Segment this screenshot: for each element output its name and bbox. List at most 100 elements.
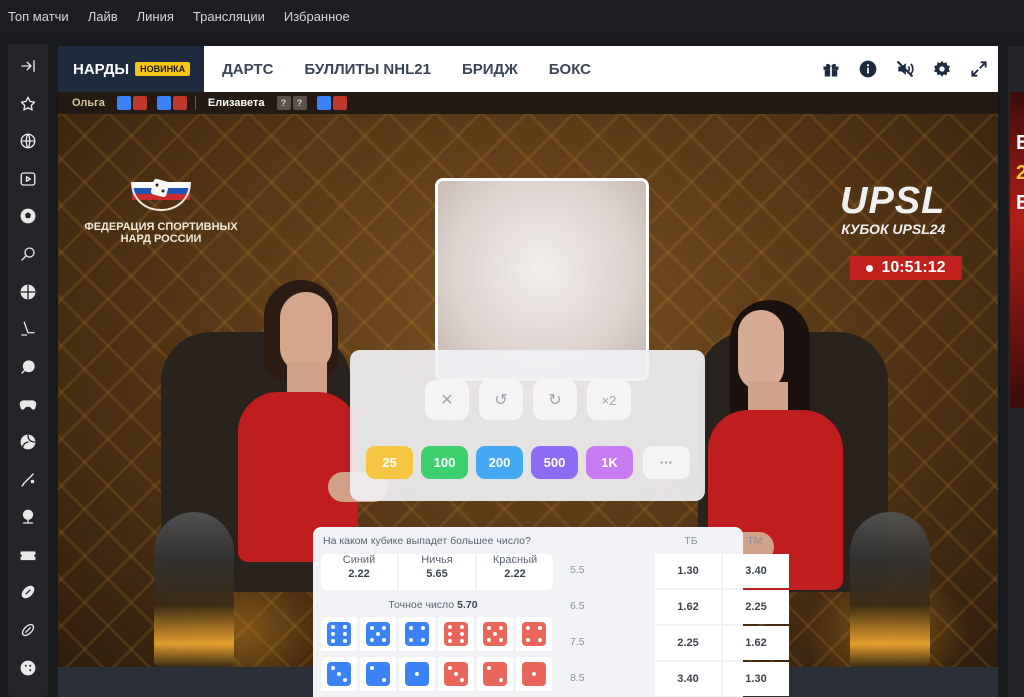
clear-bets-button[interactable]: ✕ bbox=[425, 380, 469, 420]
die-pip bbox=[460, 625, 464, 629]
soccer-ball-icon[interactable] bbox=[16, 204, 40, 228]
mute-icon[interactable] bbox=[894, 58, 916, 80]
exact-number-die[interactable] bbox=[477, 617, 513, 651]
chip-100[interactable]: 100 bbox=[421, 446, 468, 479]
odds-draw[interactable]: Ничья 5.65 bbox=[399, 554, 475, 590]
die-pip bbox=[499, 626, 503, 630]
chip-25[interactable]: 25 bbox=[366, 446, 413, 479]
basketball-icon[interactable] bbox=[16, 280, 40, 304]
nav-line[interactable]: Линия bbox=[137, 9, 174, 24]
chip-200[interactable]: 200 bbox=[476, 446, 523, 479]
double-bet-button[interactable]: ×2 bbox=[587, 380, 631, 420]
total-line-value: 7.5 bbox=[570, 636, 585, 648]
die-pip bbox=[460, 639, 464, 643]
odds-red[interactable]: Красный 2.22 bbox=[477, 554, 553, 590]
undo-button[interactable]: ↺ bbox=[479, 380, 523, 420]
die-pip bbox=[532, 672, 536, 676]
blue-die-2-icon bbox=[366, 662, 390, 686]
collapse-arrow-icon[interactable] bbox=[16, 54, 40, 78]
blue-die-4-icon bbox=[405, 622, 429, 646]
total-under-odds[interactable]: 1.30 bbox=[723, 662, 789, 696]
red-die-3-icon bbox=[444, 662, 468, 686]
upsl-brand: UPSL bbox=[840, 180, 946, 222]
tab-boxing[interactable]: БОКС bbox=[549, 61, 591, 78]
hockey-stick-icon[interactable] bbox=[16, 317, 40, 341]
nav-broadcasts[interactable]: Трансляции bbox=[193, 9, 265, 24]
blue-die-icon bbox=[156, 96, 171, 110]
exact-number-die[interactable] bbox=[360, 617, 396, 651]
total-over-odds[interactable]: 1.30 bbox=[655, 554, 721, 588]
exact-number-die[interactable] bbox=[438, 617, 474, 651]
red-die-2-icon bbox=[483, 662, 507, 686]
outcome-value: 2.22 bbox=[504, 568, 526, 580]
chip-500[interactable]: 500 bbox=[531, 446, 578, 479]
ticket-icon[interactable] bbox=[16, 543, 40, 567]
golf-icon[interactable] bbox=[16, 505, 40, 529]
gift-icon[interactable] bbox=[820, 58, 842, 80]
chip-1k[interactable]: 1K bbox=[586, 446, 633, 479]
exact-number-die[interactable] bbox=[477, 657, 513, 691]
clock-time: 10:51:12 bbox=[881, 259, 946, 276]
nav-live[interactable]: Лайв bbox=[88, 9, 118, 24]
top-nav: Топ матчи Лайв Линия Трансляции Избранно… bbox=[0, 0, 1024, 33]
volleyball-icon[interactable] bbox=[16, 430, 40, 454]
total-over-odds[interactable]: 2.25 bbox=[655, 626, 721, 660]
tab-nhl-shootout[interactable]: БУЛЛИТЫ NHL21 bbox=[304, 61, 431, 78]
sports-sidebar bbox=[8, 44, 48, 697]
fullscreen-icon[interactable] bbox=[968, 58, 990, 80]
blue-die-3-icon bbox=[327, 662, 351, 686]
blue-die-1-icon bbox=[405, 662, 429, 686]
upsl-cup: КУБОК UPSL24 bbox=[841, 221, 946, 237]
settings-icon[interactable] bbox=[931, 58, 953, 80]
rugby-ball-icon[interactable] bbox=[16, 618, 40, 642]
die-pip bbox=[409, 638, 413, 642]
exact-number-die[interactable] bbox=[399, 657, 435, 691]
total-under-odds[interactable]: 3.40 bbox=[723, 554, 789, 588]
die-pip bbox=[493, 632, 497, 636]
tab-backgammon[interactable]: НАРДЫ НОВИНКА bbox=[58, 46, 205, 92]
total-over-odds[interactable]: 3.40 bbox=[655, 662, 721, 696]
redo-button[interactable]: ↻ bbox=[533, 380, 577, 420]
blue-die-icon bbox=[316, 96, 331, 110]
die-pip bbox=[343, 632, 347, 636]
exact-number-die[interactable] bbox=[360, 657, 396, 691]
nav-favorites[interactable]: Избранное bbox=[284, 9, 350, 24]
star-icon[interactable] bbox=[16, 92, 40, 116]
tv-play-icon[interactable] bbox=[16, 167, 40, 191]
total-over-odds[interactable]: 1.62 bbox=[655, 590, 721, 624]
more-chips-button[interactable]: ··· bbox=[643, 446, 690, 479]
exact-number-die[interactable] bbox=[399, 617, 435, 651]
baseball-bat-icon[interactable] bbox=[16, 468, 40, 492]
total-under-odds[interactable]: 2.25 bbox=[723, 590, 789, 624]
die-pip bbox=[370, 638, 374, 642]
american-football-icon[interactable] bbox=[16, 580, 40, 604]
outcome-value: 2.22 bbox=[348, 568, 370, 580]
globe-icon[interactable] bbox=[16, 129, 40, 153]
exact-number-die[interactable] bbox=[516, 657, 552, 691]
red-die-icon bbox=[132, 96, 147, 110]
player-left-face bbox=[280, 292, 332, 372]
ping-pong-icon[interactable] bbox=[16, 355, 40, 379]
exact-number-die[interactable] bbox=[321, 657, 357, 691]
exact-number-die[interactable] bbox=[321, 617, 357, 651]
die-pip bbox=[421, 638, 425, 642]
total-line-value: 8.5 bbox=[570, 672, 585, 684]
exact-value: 5.70 bbox=[457, 599, 478, 611]
exact-number-die[interactable] bbox=[438, 657, 474, 691]
exact-number-die[interactable] bbox=[516, 617, 552, 651]
exact-number-row: Точное число 5.70 bbox=[313, 599, 553, 611]
odds-blue[interactable]: Синий 2.22 bbox=[321, 554, 397, 590]
info-icon[interactable] bbox=[857, 58, 879, 80]
die-pip bbox=[454, 672, 458, 676]
tab-darts[interactable]: ДАРТС bbox=[222, 61, 273, 78]
nav-top-matches[interactable]: Топ матчи bbox=[8, 9, 69, 24]
die-pip bbox=[526, 638, 530, 642]
dice-icon[interactable] bbox=[16, 656, 40, 680]
die-pip bbox=[331, 625, 335, 629]
die-pip bbox=[343, 639, 347, 643]
gamepad-icon[interactable] bbox=[16, 392, 40, 416]
total-under-odds[interactable]: 1.62 bbox=[723, 626, 789, 660]
promo-banner-peek[interactable]: Б 2 Б bbox=[1010, 92, 1024, 408]
tab-bridge[interactable]: БРИДЖ bbox=[462, 61, 518, 78]
tennis-racket-icon[interactable] bbox=[16, 242, 40, 266]
